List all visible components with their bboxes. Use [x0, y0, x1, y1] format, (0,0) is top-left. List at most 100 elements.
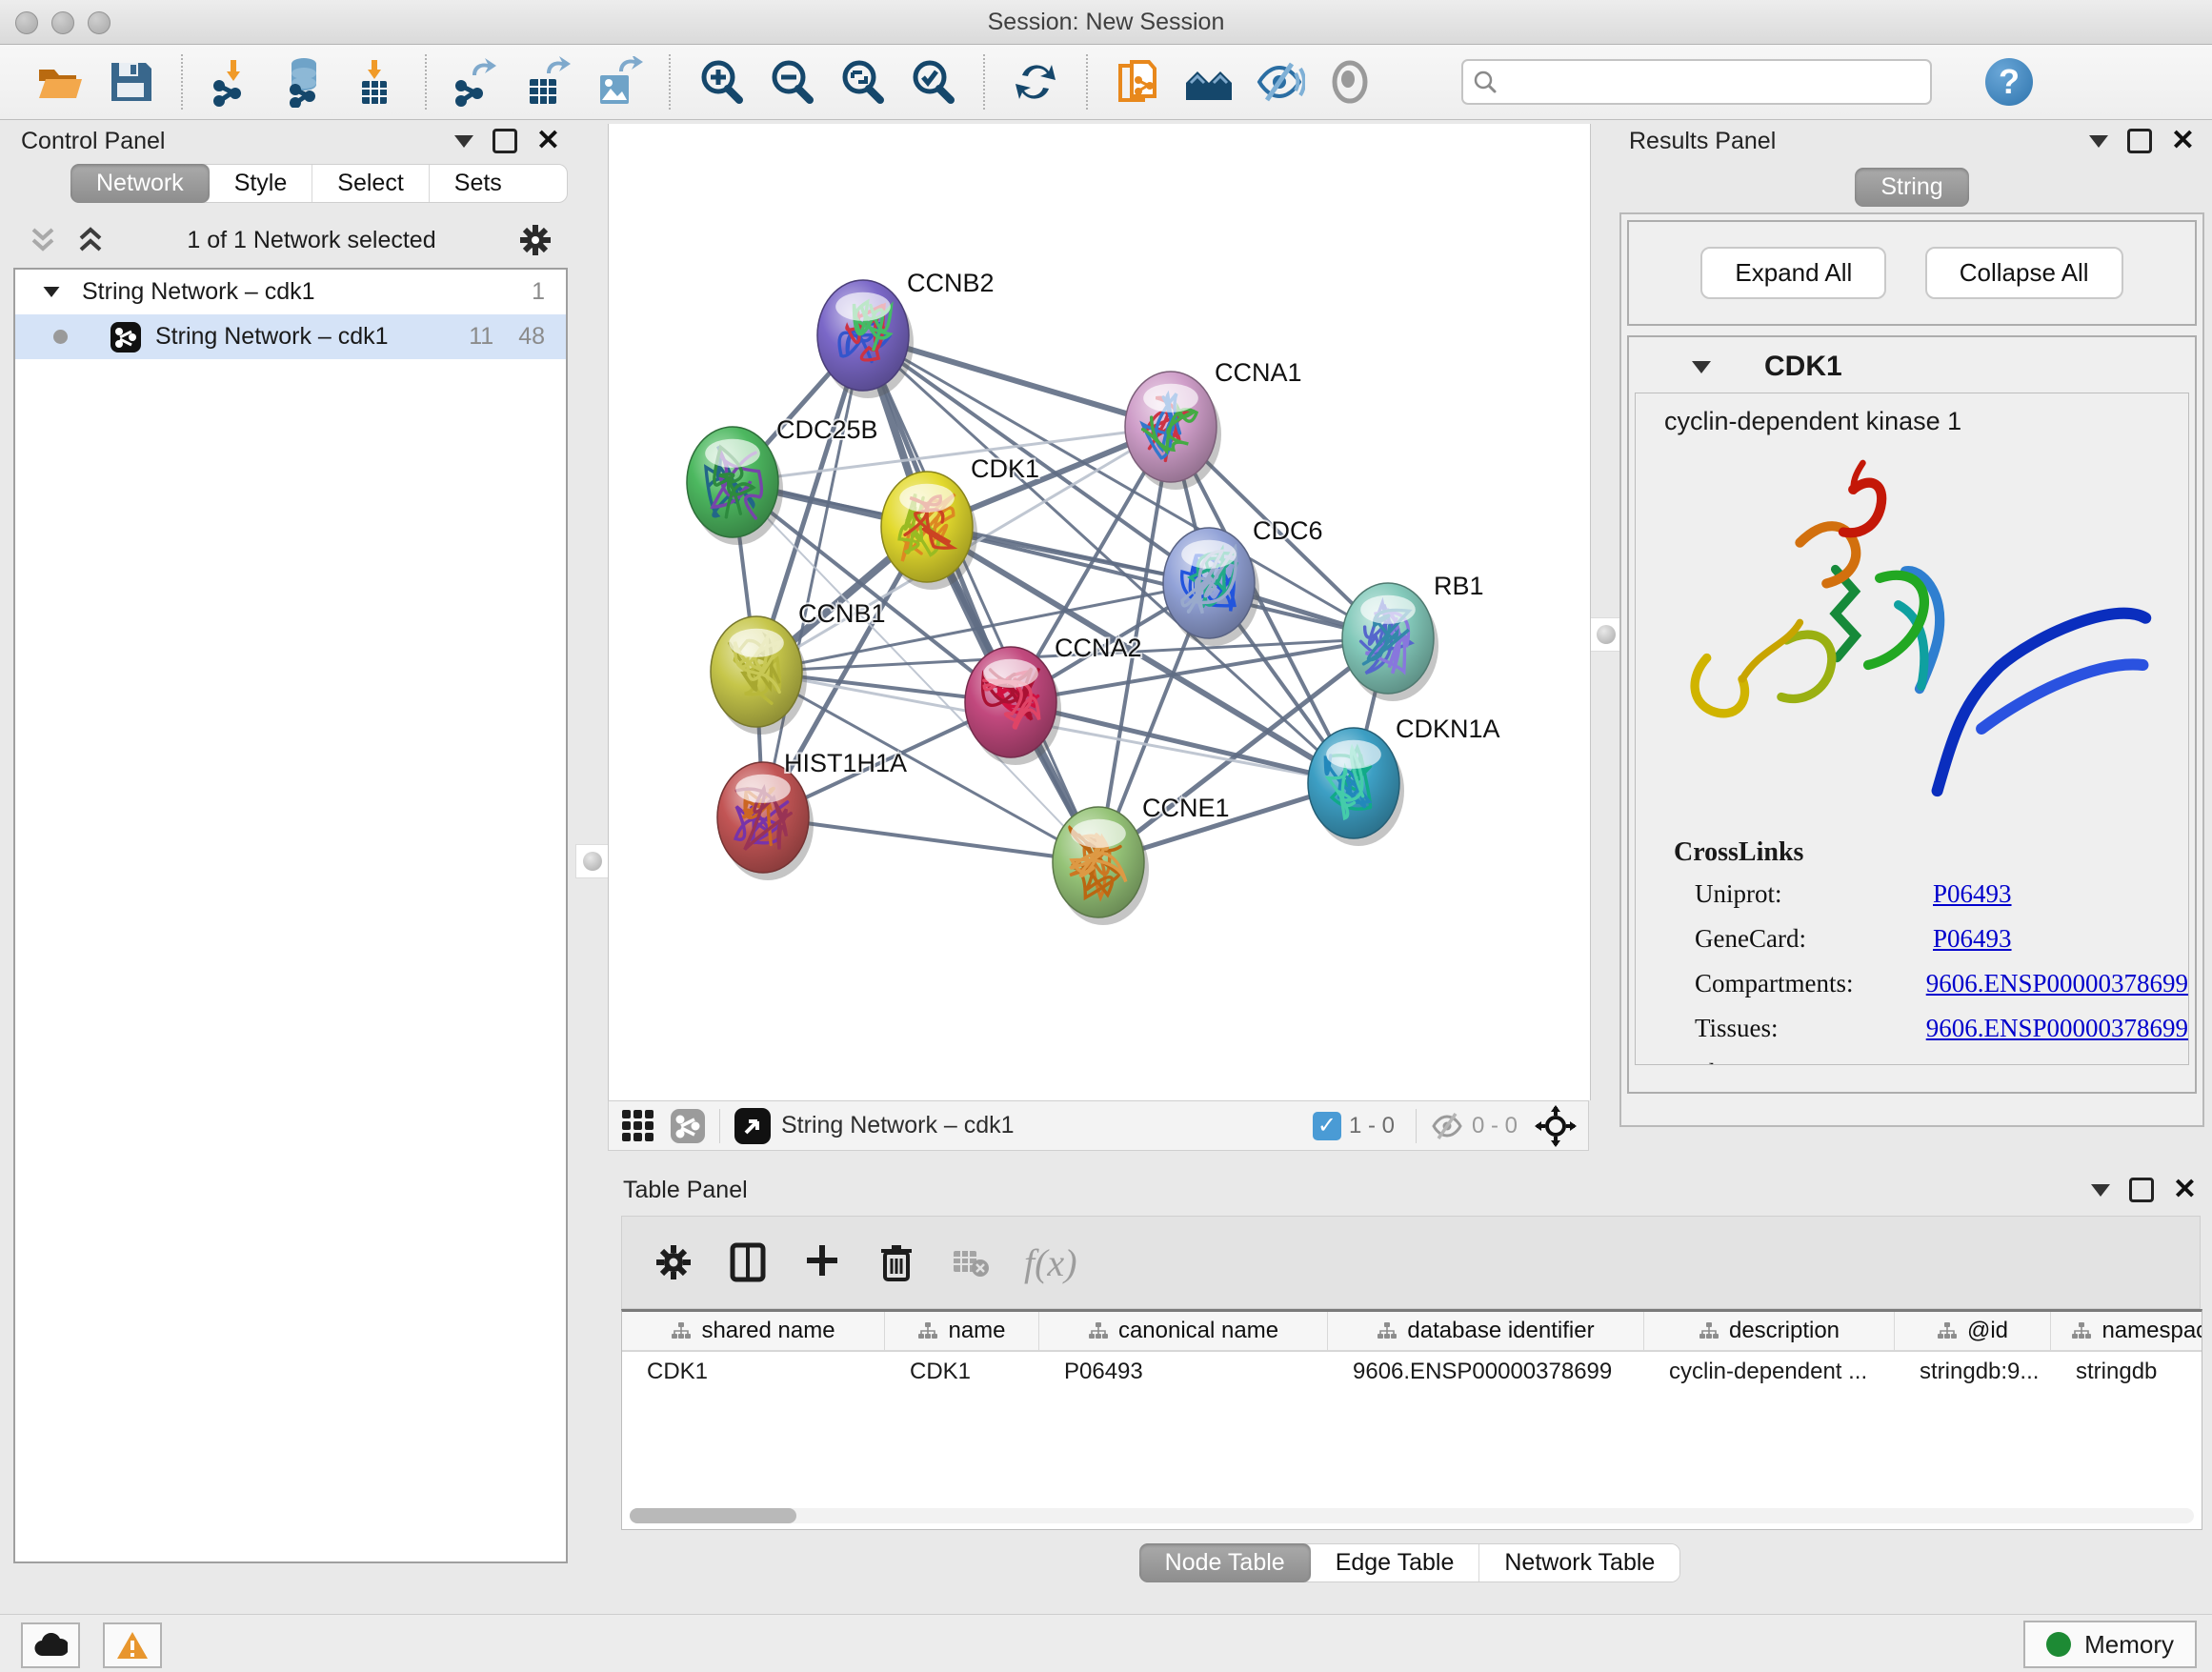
crosslink-link[interactable]: 9606.ENSP00000378699 [1926, 1014, 2188, 1043]
toolbar-separator [1086, 54, 1088, 110]
function-builder-icon[interactable]: f(x) [1024, 1240, 1077, 1285]
tab-select[interactable]: Select [312, 165, 429, 202]
zoom-out-icon[interactable] [766, 56, 817, 108]
tab-edge-table[interactable]: Edge Table [1311, 1544, 1480, 1581]
string-network-icon [110, 321, 142, 353]
horizontal-splitter[interactable] [608, 1151, 2212, 1172]
import-network-database-icon[interactable] [278, 56, 330, 108]
export-network-icon[interactable] [452, 56, 503, 108]
hide-glass-eye-icon[interactable] [1254, 56, 1305, 108]
column-header-database-identifier[interactable]: database identifier [1328, 1312, 1644, 1350]
network-node-CCNE1[interactable] [1053, 807, 1149, 925]
crosslinks-title: CrossLinks [1636, 822, 2188, 872]
eye-icon[interactable] [1324, 56, 1376, 108]
hidden-eye-icon[interactable] [1430, 1109, 1464, 1143]
import-network-icon[interactable] [208, 56, 259, 108]
control-panel-close-icon[interactable]: ✕ [536, 131, 560, 151]
network-node-RB1[interactable] [1342, 583, 1438, 701]
table-row[interactable]: CDK1CDK1P064939606.ENSP00000378699cyclin… [622, 1352, 2202, 1392]
column-header-@id[interactable]: @id [1895, 1312, 2051, 1350]
add-column-icon[interactable] [801, 1241, 843, 1283]
memory-button[interactable]: Memory [2023, 1621, 2197, 1668]
crosslink-label: Pharos: [1695, 1058, 1933, 1065]
expand-all-button[interactable]: Expand All [1700, 247, 1886, 299]
save-session-icon[interactable] [105, 56, 156, 108]
tab-sets[interactable]: Sets [430, 165, 527, 202]
cdk1-section-expand-icon[interactable] [1692, 361, 1711, 373]
network-node-CDC6[interactable] [1163, 528, 1259, 646]
collection-expand-icon[interactable] [44, 287, 60, 297]
network-node-CCNB2[interactable] [817, 280, 914, 398]
open-session-icon[interactable] [34, 56, 86, 108]
collapse-all-button[interactable]: Collapse All [1925, 247, 2123, 299]
horizontal-scrollbar[interactable] [630, 1508, 2194, 1523]
column-header-namespace[interactable]: namespace [2051, 1312, 2202, 1350]
show-columns-icon[interactable] [727, 1241, 769, 1283]
tab-network-table[interactable]: Network Table [1479, 1544, 1679, 1581]
network-node-CCNB1[interactable] [711, 616, 807, 735]
results-panel-close-icon[interactable]: ✕ [2171, 131, 2195, 151]
export-table-icon[interactable] [522, 56, 573, 108]
control-panel-title: Control Panel [21, 128, 165, 155]
results-panel-float-icon[interactable] [2127, 129, 2152, 153]
left-splitter-handle[interactable] [575, 844, 610, 878]
grid-view-icon[interactable] [620, 1108, 656, 1144]
network-node-CDK1[interactable] [881, 472, 977, 590]
right-splitter-handle[interactable] [1589, 617, 1623, 652]
crosslink-row: Uniprot:P06493 [1636, 872, 2188, 917]
delete-column-icon[interactable] [875, 1241, 917, 1283]
table-panel-close-icon[interactable]: ✕ [2173, 1180, 2197, 1199]
string-view-icon[interactable] [670, 1108, 706, 1144]
export-image-icon[interactable] [593, 56, 644, 108]
import-table-icon[interactable] [349, 56, 400, 108]
column-header-description[interactable]: description [1644, 1312, 1895, 1350]
control-panel-float-icon[interactable] [493, 129, 517, 153]
string-document-icon[interactable] [1113, 56, 1164, 108]
network-node-CCNA2[interactable] [965, 647, 1061, 765]
table-panel-menu-icon[interactable] [2091, 1184, 2110, 1197]
warnings-button[interactable] [103, 1622, 162, 1668]
zoom-in-icon[interactable] [695, 56, 747, 108]
delete-table-icon[interactable] [950, 1241, 992, 1283]
fit-selected-icon[interactable] [1535, 1105, 1577, 1147]
network-node-count: 11 [469, 323, 493, 351]
control-panel-menu-icon[interactable] [454, 135, 473, 148]
results-panel-menu-icon[interactable] [2089, 135, 2108, 148]
search-input[interactable] [1498, 68, 1920, 96]
network-collection-row[interactable]: String Network – cdk1 1 [15, 270, 566, 314]
selected-checkbox-icon[interactable]: ✓ [1313, 1112, 1341, 1140]
tab-style[interactable]: Style [210, 165, 313, 202]
birdseye-toggle-icon[interactable] [734, 1107, 772, 1145]
string-home-icon[interactable] [1183, 56, 1235, 108]
network-node-HIST1H1A[interactable] [717, 762, 814, 880]
crosslink-link[interactable]: P06493 [1933, 924, 2012, 954]
network-node-CDKN1A[interactable] [1308, 728, 1404, 846]
refresh-icon[interactable] [1010, 56, 1061, 108]
zoom-selected-icon[interactable] [907, 56, 958, 108]
cloud-button[interactable] [21, 1622, 80, 1668]
zoom-fit-icon[interactable] [836, 56, 888, 108]
collapse-all-icon[interactable] [27, 224, 59, 256]
table-panel-float-icon[interactable] [2129, 1178, 2154, 1202]
column-header-canonical-name[interactable]: canonical name [1039, 1312, 1328, 1350]
node-label-CDC25B: CDC25B [776, 415, 878, 444]
network-options-gear-icon[interactable] [516, 221, 554, 259]
crosslink-link[interactable]: 9606.ENSP00000378699 [1926, 969, 2188, 998]
column-header-shared-name[interactable]: shared name [622, 1312, 885, 1350]
crosslink-link[interactable]: P06493 [1933, 879, 2012, 909]
node-label-CCNB1: CCNB1 [798, 599, 886, 628]
tab-node-table[interactable]: Node Table [1139, 1543, 1312, 1582]
status-bar: Memory [0, 1614, 2212, 1672]
tab-network[interactable]: Network [70, 164, 211, 203]
tab-string[interactable]: String [1855, 168, 1968, 207]
help-button[interactable]: ? [1985, 58, 2033, 106]
table-options-gear-icon[interactable] [653, 1241, 694, 1283]
expand-all-icon[interactable] [74, 224, 107, 256]
scrollbar-thumb[interactable] [630, 1508, 796, 1523]
crosslink-link[interactable]: P06493 [1933, 1058, 2012, 1065]
network-label: String Network – cdk1 [155, 323, 389, 351]
column-header-name[interactable]: name [885, 1312, 1039, 1350]
network-row[interactable]: String Network – cdk1 11 48 [15, 314, 566, 359]
network-node-CCNA1[interactable] [1125, 372, 1221, 490]
network-canvas[interactable]: CCNB2CCNA1CDC25BCDK1CDC6RB1CCNB1CCNA2CDK… [608, 124, 1591, 1100]
